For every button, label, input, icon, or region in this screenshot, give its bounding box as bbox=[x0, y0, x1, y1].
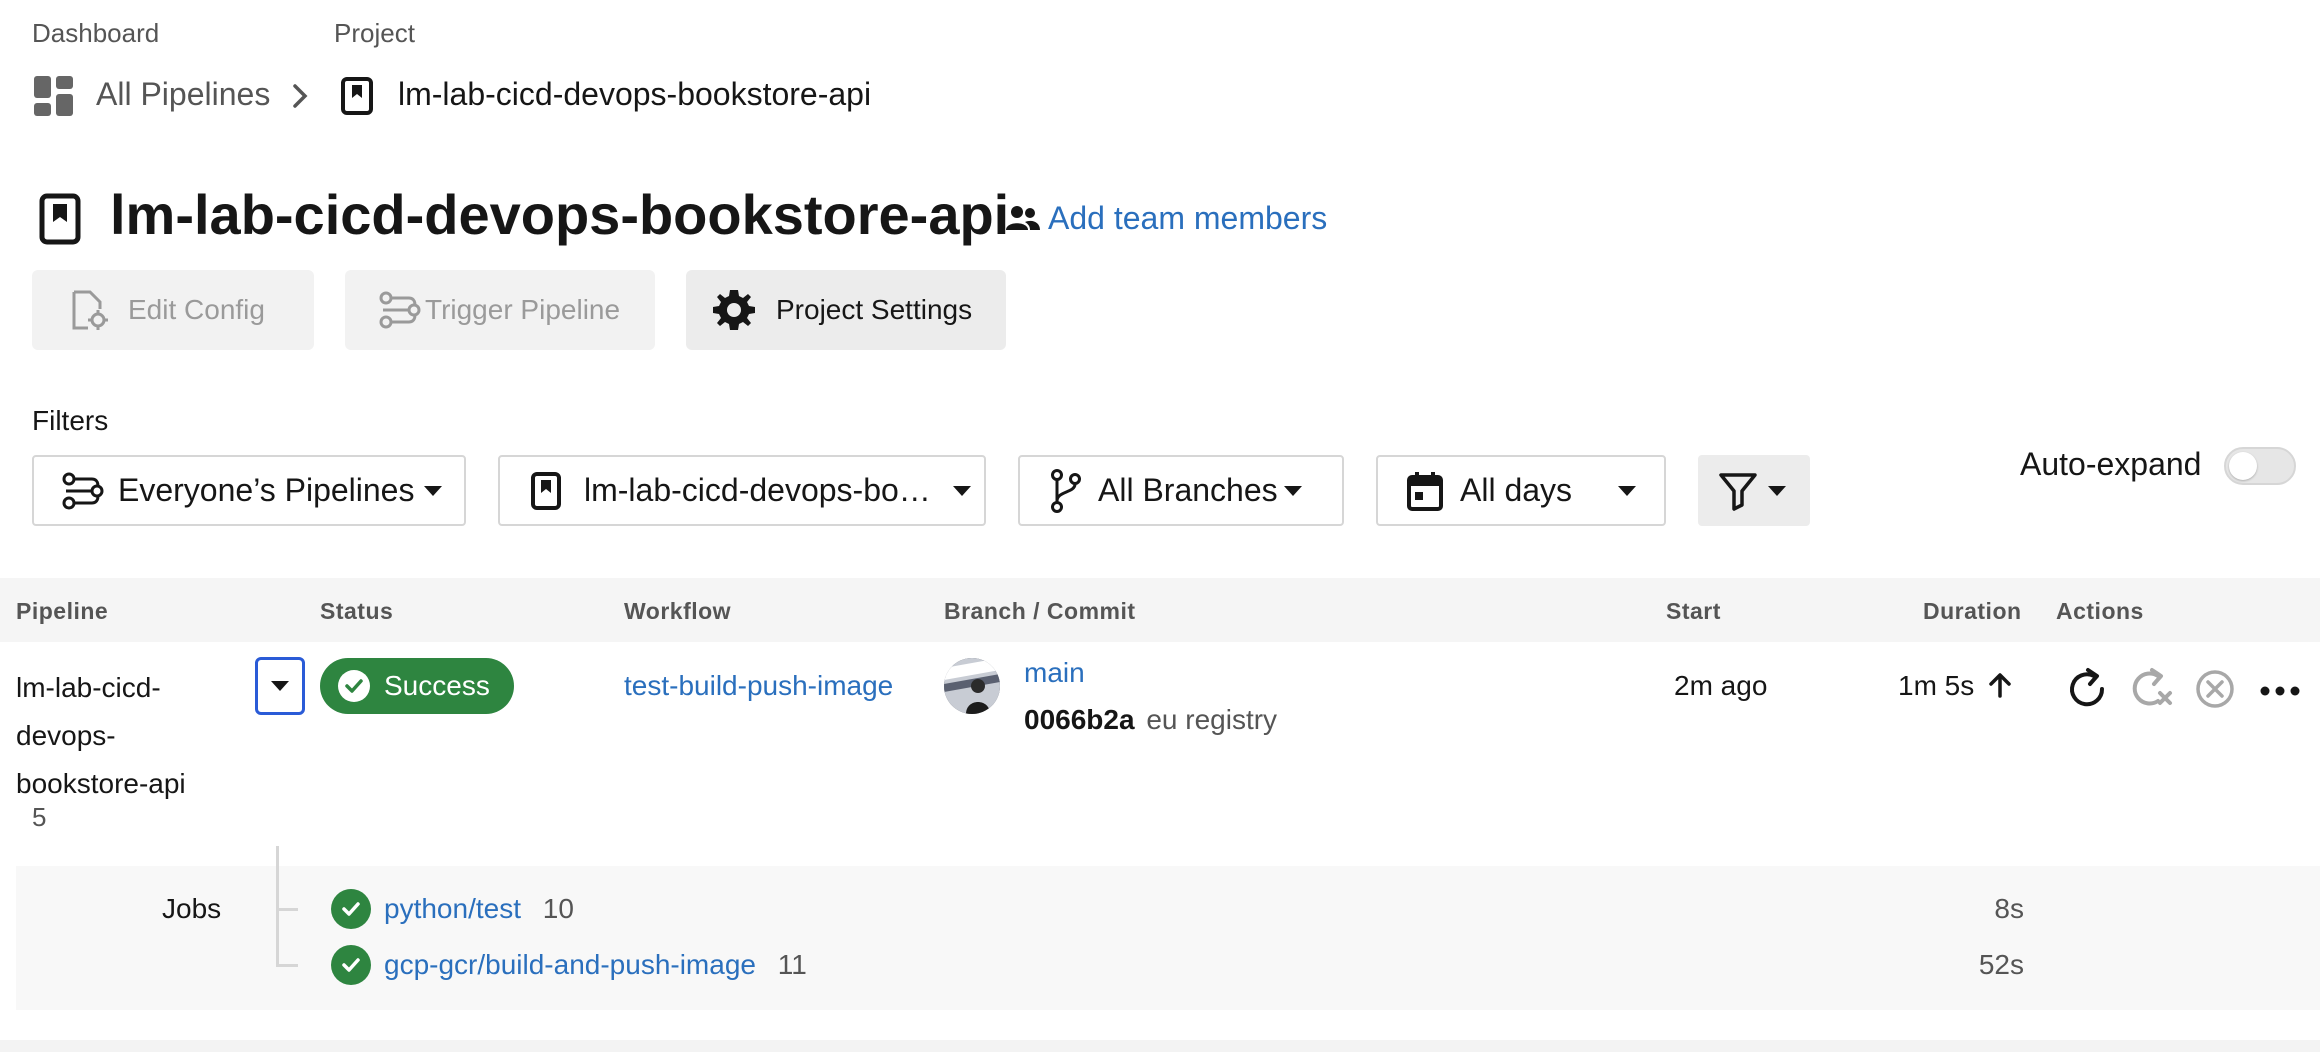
jobs-tree-branch bbox=[276, 964, 298, 967]
breadcrumb-all-pipelines[interactable]: All Pipelines bbox=[96, 76, 270, 113]
edit-config-button[interactable]: Edit Config bbox=[32, 270, 314, 350]
owner-filter-value: Everyone’s Pipelines bbox=[118, 472, 415, 508]
project-settings-label: Project Settings bbox=[776, 294, 973, 325]
project-filter-value: lm-lab-cicd-devops-bo… bbox=[584, 472, 931, 508]
pipeline-name-line: lm-lab-cicd- bbox=[16, 672, 161, 703]
pipeline-name-line: devops- bbox=[16, 720, 116, 751]
more-options-icon[interactable] bbox=[2260, 684, 2300, 702]
trigger-pipeline-label: Trigger Pipeline bbox=[425, 294, 621, 325]
check-circle-icon bbox=[338, 670, 370, 702]
owner-filter-dropdown[interactable]: Everyone’s Pipelines bbox=[32, 455, 466, 526]
caret-down-icon bbox=[1283, 485, 1302, 496]
caret-down-icon bbox=[424, 485, 443, 496]
days-filter-dropdown[interactable]: All days bbox=[1376, 455, 1666, 526]
job-entry: gcp-gcr/build-and-push-image 11 bbox=[384, 949, 807, 981]
rerun-icon[interactable] bbox=[2064, 666, 2110, 717]
expand-row-button[interactable] bbox=[255, 657, 305, 715]
status-badge[interactable]: Success bbox=[320, 658, 514, 714]
branch-icon bbox=[1050, 468, 1082, 513]
caret-down-icon bbox=[1618, 485, 1637, 496]
workflow-link[interactable]: test-build-push-image bbox=[624, 670, 893, 702]
funnel-icon bbox=[1718, 471, 1758, 511]
column-header-duration: Duration bbox=[1923, 598, 2022, 624]
people-icon bbox=[1005, 204, 1041, 237]
check-circle-icon bbox=[331, 889, 371, 929]
branch-filter-value: All Branches bbox=[1098, 472, 1278, 508]
job-number: 10 bbox=[542, 893, 574, 924]
cancel-icon[interactable] bbox=[2194, 668, 2236, 715]
project-title-icon bbox=[38, 192, 82, 251]
pipeline-number: 5 bbox=[32, 802, 47, 832]
dashboard-grid-icon bbox=[32, 74, 76, 118]
jobs-label: Jobs bbox=[162, 893, 222, 924]
commit-hash-link[interactable]: 0066b2a bbox=[1024, 704, 1135, 735]
project-settings-button[interactable]: Project Settings bbox=[686, 270, 1006, 350]
commit-info: 0066b2a eu registry bbox=[1024, 704, 1277, 736]
auto-expand-toggle[interactable] bbox=[2224, 447, 2296, 485]
calendar-icon bbox=[1406, 470, 1444, 512]
toggle-knob bbox=[2229, 452, 2257, 480]
job-entry: python/test 10 bbox=[384, 893, 574, 925]
start-time: 2m ago bbox=[1674, 670, 1768, 701]
duration: 1m 5s bbox=[1898, 670, 1975, 701]
caret-down-icon bbox=[952, 485, 971, 496]
branch-filter-dropdown[interactable]: All Branches bbox=[1018, 455, 1344, 526]
job-duration: 8s bbox=[1994, 893, 2024, 924]
arrow-up-icon bbox=[1988, 672, 2012, 703]
caret-down-icon bbox=[1768, 485, 1786, 496]
rerun-failed-icon[interactable] bbox=[2128, 666, 2174, 717]
project-bookmark-icon bbox=[340, 76, 374, 121]
auto-expand-label: Auto-expand bbox=[2020, 446, 2202, 482]
pipelines-owner-icon bbox=[62, 471, 104, 511]
column-header-status: Status bbox=[320, 598, 394, 624]
pipeline-icon bbox=[379, 290, 421, 330]
gear-icon bbox=[712, 288, 756, 332]
table-bottom-divider bbox=[0, 1040, 2320, 1052]
advanced-filter-button[interactable] bbox=[1698, 455, 1810, 526]
file-gear-icon bbox=[68, 289, 108, 331]
chevron-right-icon bbox=[290, 80, 310, 117]
commit-message: eu registry bbox=[1146, 704, 1278, 735]
column-header-start: Start bbox=[1666, 598, 1721, 624]
jobs-panel bbox=[16, 866, 2320, 1010]
filters-label: Filters bbox=[32, 405, 109, 436]
column-header-pipeline: Pipeline bbox=[16, 598, 109, 624]
column-header-branch-commit: Branch / Commit bbox=[944, 598, 1136, 624]
days-filter-value: All days bbox=[1460, 472, 1573, 508]
breadcrumb-dashboard-label: Dashboard bbox=[32, 18, 160, 48]
column-header-actions: Actions bbox=[2056, 598, 2144, 624]
check-circle-icon bbox=[331, 945, 371, 985]
project-filter-dropdown[interactable]: lm-lab-cicd-devops-bo… bbox=[498, 455, 986, 526]
job-number: 11 bbox=[777, 949, 807, 980]
add-team-members-link[interactable]: Add team members bbox=[1048, 200, 1327, 237]
avatar bbox=[944, 658, 1000, 714]
edit-config-label: Edit Config bbox=[128, 294, 265, 325]
jobs-tree-line bbox=[276, 846, 279, 966]
breadcrumb-project[interactable]: lm-lab-cicd-devops-bookstore-api bbox=[398, 76, 871, 113]
breadcrumb-project-label: Project bbox=[334, 18, 415, 48]
branch-link[interactable]: main bbox=[1024, 657, 1085, 689]
caret-down-icon bbox=[271, 681, 289, 691]
trigger-pipeline-button[interactable]: Trigger Pipeline bbox=[345, 270, 655, 350]
job-duration: 52s bbox=[1978, 949, 2024, 980]
pipeline-name-line: bookstore-api bbox=[16, 768, 186, 799]
job-name-link[interactable]: gcp-gcr/build-and-push-image bbox=[384, 949, 756, 980]
pipeline-name-link[interactable]: lm-lab-cicd- devops- bookstore-api bbox=[16, 664, 186, 808]
jobs-tree-branch bbox=[276, 908, 298, 911]
project-bookmark-icon bbox=[530, 471, 562, 511]
column-header-workflow: Workflow bbox=[624, 598, 732, 624]
page-title: lm-lab-cicd-devops-bookstore-api bbox=[110, 183, 1010, 246]
status-label: Success bbox=[384, 670, 490, 701]
job-name-link[interactable]: python/test bbox=[384, 893, 521, 924]
